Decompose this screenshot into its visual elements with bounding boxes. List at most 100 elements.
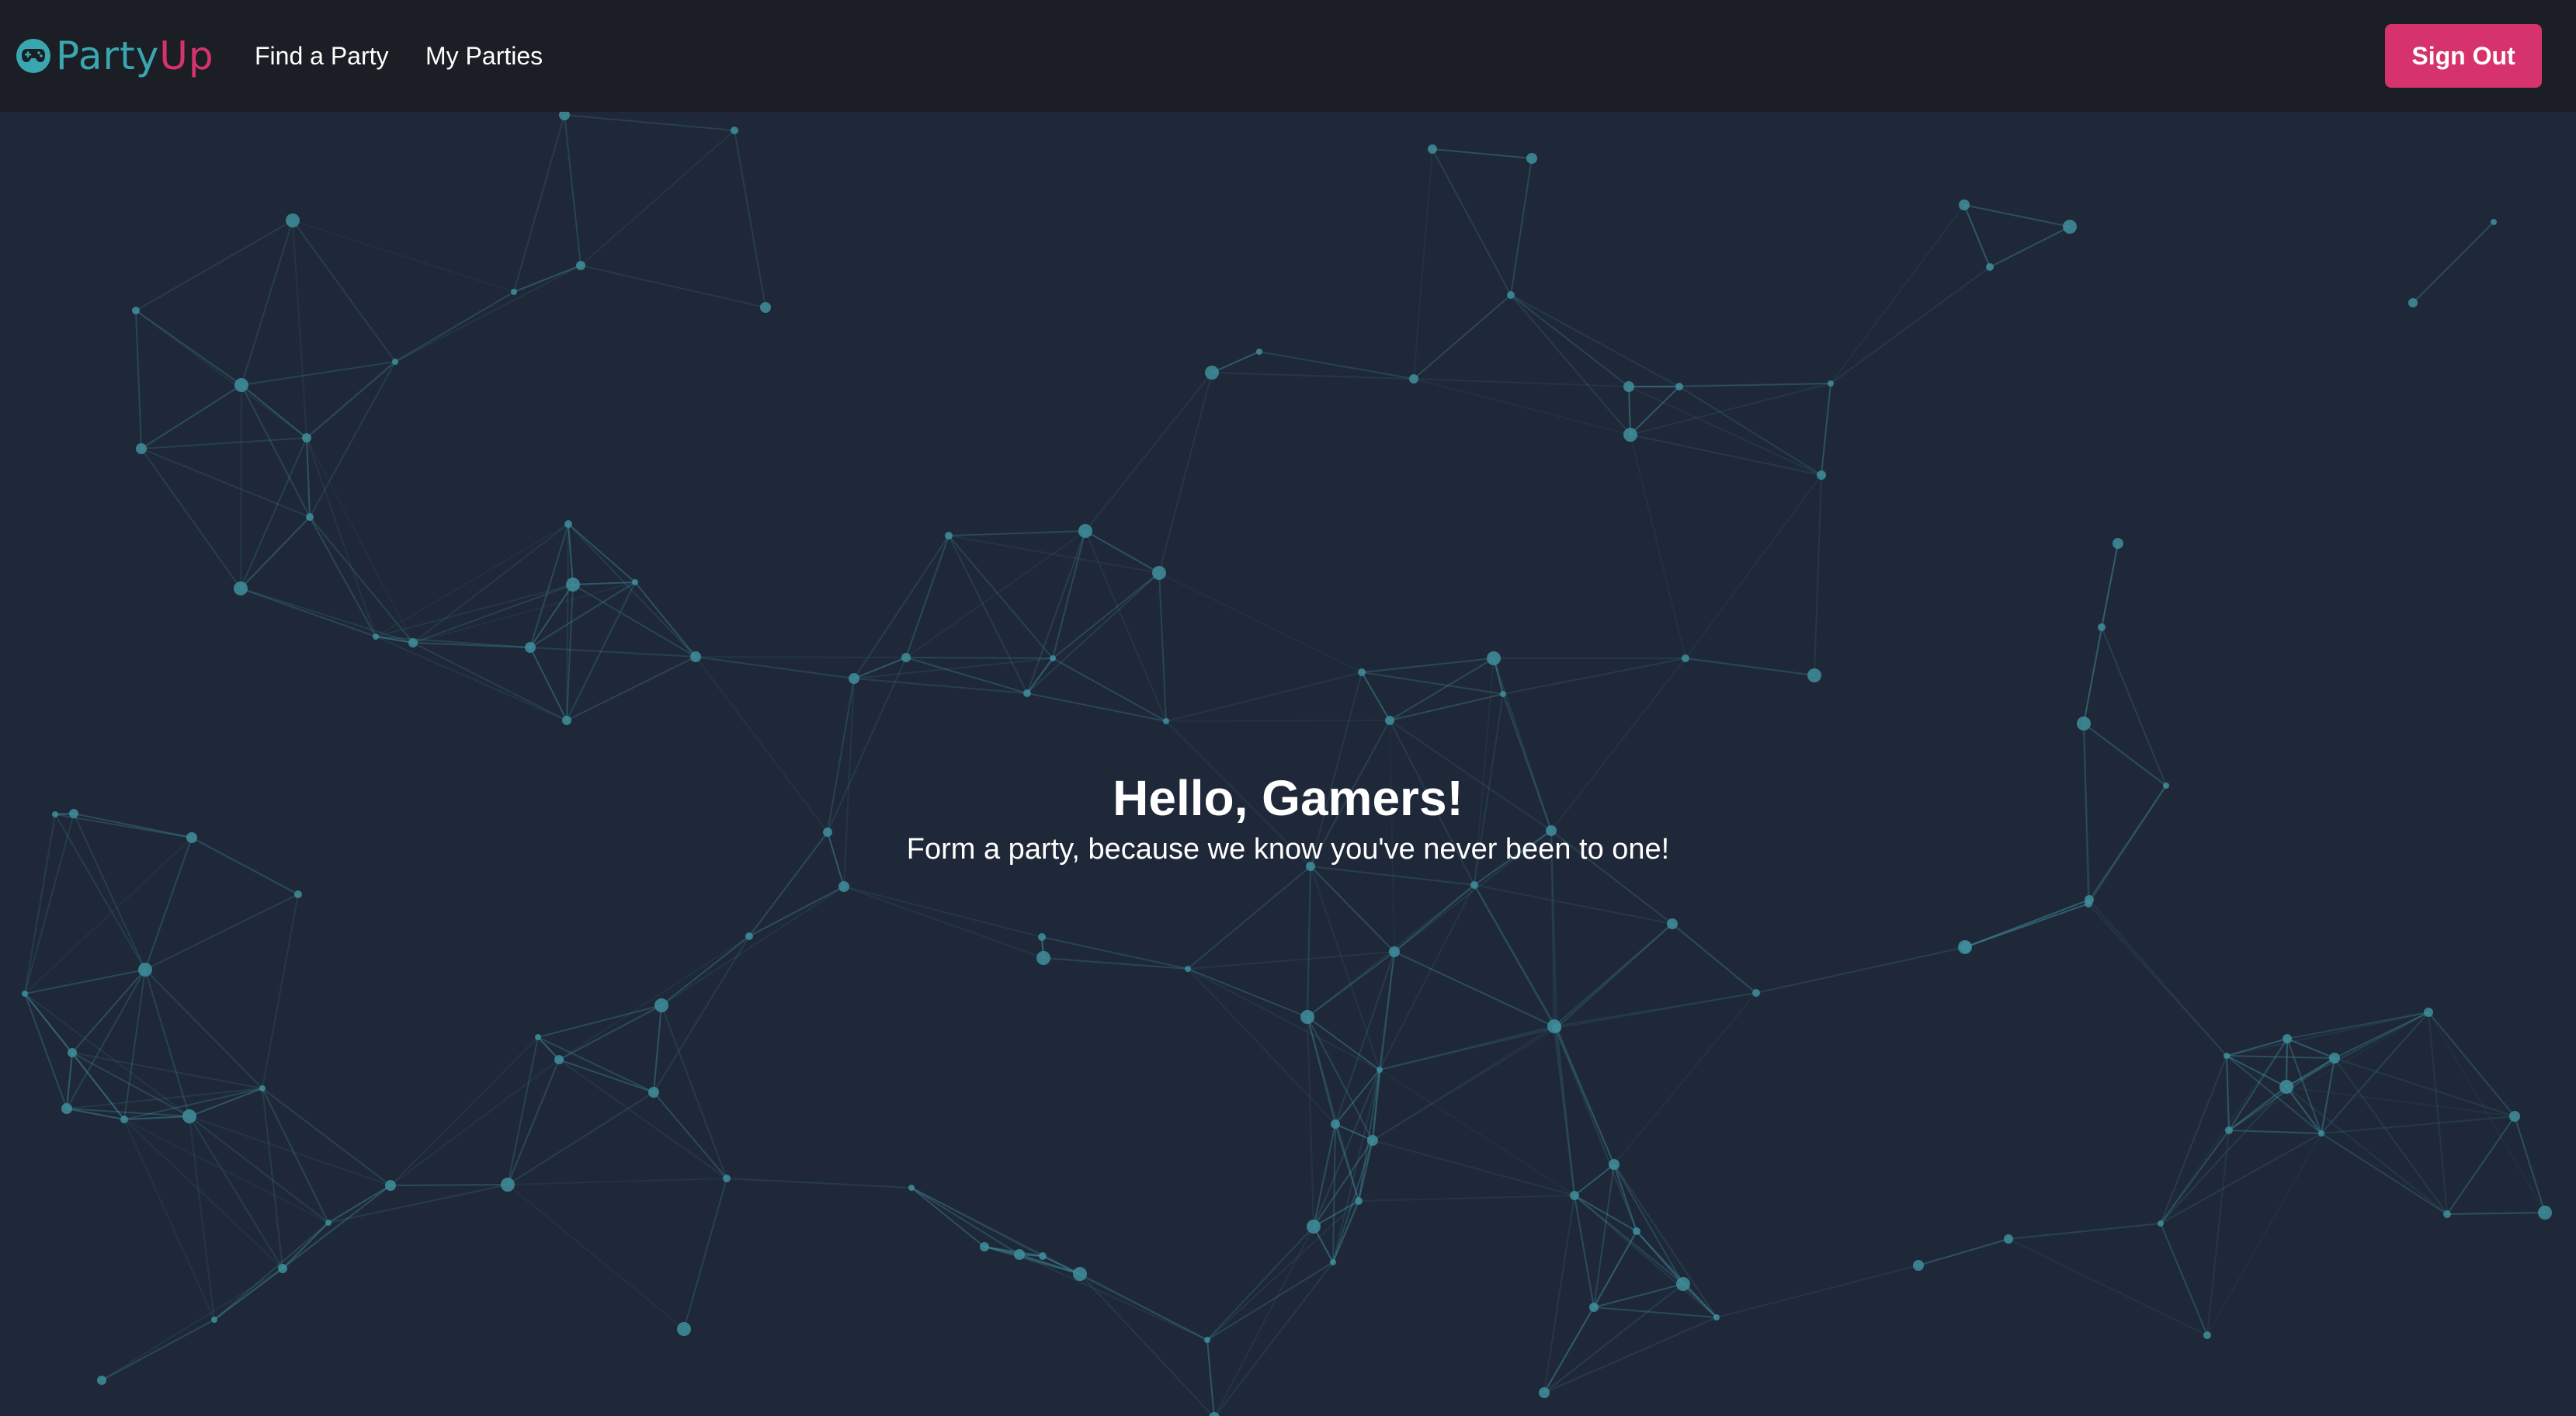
- network-node: [1389, 946, 1400, 957]
- network-node: [1367, 1135, 1378, 1146]
- network-node: [554, 1055, 564, 1064]
- network-node: [234, 378, 248, 392]
- network-node: [1570, 1191, 1579, 1200]
- network-edge: [214, 1222, 329, 1321]
- nav-link-find-a-party[interactable]: Find a Party: [255, 37, 389, 75]
- network-edge: [1716, 1265, 1919, 1318]
- network-edge: [507, 1184, 685, 1330]
- network-node: [760, 302, 771, 313]
- network-node: [1539, 1387, 1550, 1398]
- network-node: [1623, 428, 1637, 442]
- network-node: [901, 653, 911, 662]
- network-node: [325, 1220, 332, 1226]
- network-edge: [1413, 294, 1512, 380]
- network-node: [1038, 933, 1046, 941]
- network-edge: [375, 636, 568, 721]
- network-edge: [1630, 383, 1831, 436]
- network-node: [566, 578, 580, 592]
- network-edge: [309, 516, 377, 637]
- network-edge: [2514, 1116, 2546, 1213]
- network-node: [745, 932, 753, 940]
- network-node: [1036, 951, 1050, 965]
- network-edge: [1307, 1016, 1314, 1227]
- network-edge: [1918, 1238, 2009, 1266]
- network-edge: [123, 1119, 329, 1223]
- network-node: [1385, 716, 1394, 725]
- network-node: [1205, 366, 1219, 380]
- network-node: [562, 716, 571, 725]
- network-edge: [695, 656, 907, 658]
- network-node: [1500, 691, 1506, 697]
- network-node: [2077, 717, 2091, 731]
- network-edge: [1165, 720, 1390, 722]
- network-edge: [558, 1059, 727, 1179]
- network-edge: [1474, 884, 1673, 925]
- network-edge: [123, 1119, 283, 1269]
- network-node: [1667, 918, 1678, 929]
- network-node: [535, 1034, 541, 1040]
- network-node: [2158, 1220, 2164, 1227]
- network-edge: [123, 1119, 215, 1321]
- network-edge: [537, 1036, 654, 1093]
- network-edge: [948, 530, 1086, 536]
- network-node: [1428, 144, 1437, 154]
- network-edge: [1682, 1283, 1717, 1318]
- network-node: [1589, 1303, 1599, 1312]
- network-edge: [2286, 1038, 2288, 1088]
- network-node: [1713, 1314, 1720, 1321]
- network-node: [564, 520, 572, 528]
- network-edge: [214, 1185, 391, 1321]
- network-edge: [2160, 1055, 2227, 1224]
- network-node: [2491, 219, 2497, 225]
- network-edge: [66, 969, 146, 1109]
- network-node: [138, 963, 152, 977]
- network-edge: [1372, 1140, 1575, 1196]
- brand-logo-link[interactable]: PartyUp: [14, 33, 214, 79]
- network-node: [1204, 1337, 1210, 1343]
- network-edge: [101, 1319, 215, 1381]
- network-node: [1409, 374, 1418, 384]
- network-edge: [240, 588, 377, 637]
- network-node: [1547, 1019, 1561, 1033]
- network-edge: [1158, 372, 1213, 574]
- nav-link-my-parties[interactable]: My Parties: [425, 37, 543, 75]
- network-edge: [1432, 148, 1533, 159]
- network-edge: [1187, 968, 1308, 1018]
- network-edge: [1379, 1026, 1555, 1071]
- network-node: [1526, 153, 1537, 164]
- network-edge: [529, 647, 696, 658]
- network-edge: [1394, 951, 1555, 1027]
- network-node: [838, 881, 849, 892]
- network-edge: [1335, 951, 1395, 1125]
- network-edge: [1206, 1200, 1359, 1341]
- network-node: [1050, 655, 1056, 661]
- network-edge: [141, 437, 307, 449]
- network-edge: [1630, 434, 1822, 476]
- network-node: [294, 890, 302, 898]
- network-node: [648, 1087, 659, 1098]
- network-edge: [1685, 474, 1822, 659]
- network-edge: [1206, 1339, 1215, 1416]
- network-node: [723, 1175, 731, 1182]
- network-node: [1256, 349, 1262, 355]
- network-node: [1913, 1260, 1924, 1271]
- network-edge: [2321, 1116, 2515, 1134]
- network-edge: [1079, 1273, 1214, 1416]
- network-edge: [695, 656, 855, 679]
- network-edge: [1332, 1123, 1336, 1263]
- network-node: [1487, 651, 1501, 665]
- hero-title: Hello, Gamers!: [1113, 770, 1463, 826]
- network-edge: [1413, 148, 1433, 380]
- network-node: [278, 1264, 287, 1273]
- sign-out-button[interactable]: Sign Out: [2385, 24, 2542, 88]
- network-node: [1163, 718, 1169, 724]
- network-node: [2318, 1130, 2324, 1137]
- network-edge: [1158, 572, 1363, 673]
- network-edge: [306, 437, 311, 518]
- network-edge: [2228, 1086, 2287, 1131]
- network-edge: [513, 265, 582, 293]
- network-edge: [1755, 946, 1966, 994]
- network-edge: [2160, 1130, 2230, 1224]
- network-edge: [241, 384, 311, 518]
- network-edge: [905, 535, 950, 658]
